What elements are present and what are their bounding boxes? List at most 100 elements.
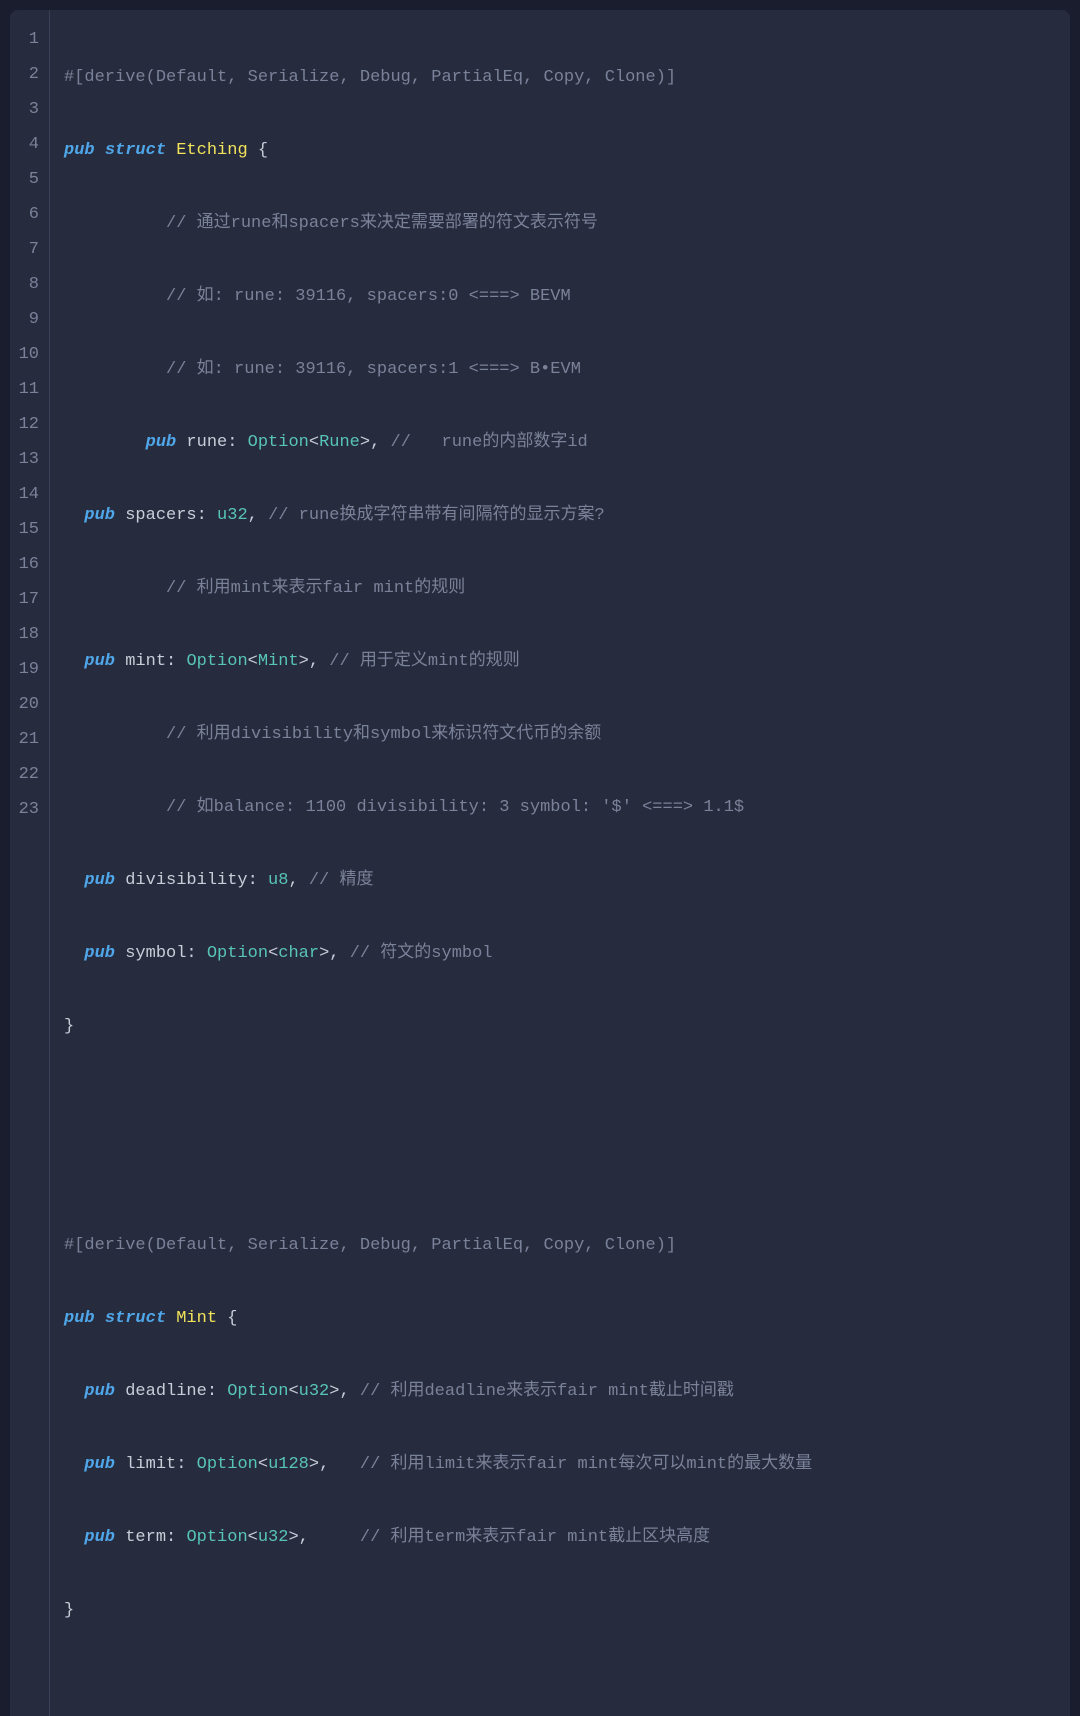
comment: // 利用divisibility和symbol来标识符文代币的余额 xyxy=(166,725,601,744)
line-number: 1 xyxy=(10,22,49,57)
brace-close: } xyxy=(64,1017,74,1036)
comment: // 如balance: 1100 divisibility: 3 symbol… xyxy=(166,798,744,817)
type-option: Option xyxy=(207,944,268,963)
struct-name-etching: Etching xyxy=(176,141,247,160)
line-number: 15 xyxy=(10,512,49,547)
line-number: 19 xyxy=(10,652,49,687)
code-line-19: pub deadline: Option<u32>, // 利用deadline… xyxy=(64,1374,1070,1409)
field-term: term: xyxy=(115,1528,186,1547)
code-line-21: pub term: Option<u32>, // 利用term来表示fair … xyxy=(64,1520,1070,1555)
line-number: 8 xyxy=(10,267,49,302)
keyword-pub: pub xyxy=(146,433,177,452)
line-number: 22 xyxy=(10,757,49,792)
type-mint: Mint xyxy=(258,652,299,671)
derive-list: Default, Serialize, Debug, PartialEq, Co… xyxy=(156,68,656,87)
line-number: 21 xyxy=(10,722,49,757)
code-line-8: // 利用mint来表示fair mint的规则 xyxy=(64,571,1070,606)
keyword-pub: pub xyxy=(64,1309,95,1328)
code-line-12: pub divisibility: u8, // 精度 xyxy=(64,863,1070,898)
type-u32: u32 xyxy=(217,506,248,525)
line-number: 6 xyxy=(10,197,49,232)
line-number: 2 xyxy=(10,57,49,92)
comment: // 通过rune和spacers来决定需要部署的符文表示符号 xyxy=(166,214,598,233)
attr-close: )] xyxy=(656,1236,676,1255)
brace-close: } xyxy=(64,1601,74,1620)
line-number: 17 xyxy=(10,582,49,617)
keyword-pub: pub xyxy=(84,506,115,525)
derive-list: Default, Serialize, Debug, PartialEq, Co… xyxy=(156,1236,656,1255)
type-u32: u32 xyxy=(258,1528,289,1547)
keyword-pub: pub xyxy=(84,1528,115,1547)
line-number: 11 xyxy=(10,372,49,407)
keyword-struct: struct xyxy=(105,1309,166,1328)
type-u8: u8 xyxy=(268,871,288,890)
code-line-13: pub symbol: Option<char>, // 符文的symbol xyxy=(64,936,1070,971)
code-line-10: // 利用divisibility和symbol来标识符文代币的余额 xyxy=(64,717,1070,752)
comment: // 利用limit来表示fair mint每次可以mint的最大数量 xyxy=(360,1455,812,1474)
code-area[interactable]: #[derive(Default, Serialize, Debug, Part… xyxy=(50,10,1070,1716)
code-line-20: pub limit: Option<u128>, // 利用limit来表示fa… xyxy=(64,1447,1070,1482)
struct-name-mint: Mint xyxy=(176,1309,217,1328)
keyword-pub: pub xyxy=(84,871,115,890)
line-number: 23 xyxy=(10,792,49,827)
code-line-11: // 如balance: 1100 divisibility: 3 symbol… xyxy=(64,790,1070,825)
keyword-pub: pub xyxy=(84,944,115,963)
line-number: 4 xyxy=(10,127,49,162)
brace-open: { xyxy=(248,141,268,160)
comment: // 用于定义mint的规则 xyxy=(329,652,519,671)
keyword-pub: pub xyxy=(84,652,115,671)
keyword-pub: pub xyxy=(84,1382,115,1401)
code-line-6: pub rune: Option<Rune>, // rune的内部数字id xyxy=(64,425,1070,460)
code-line-1: #[derive(Default, Serialize, Debug, Part… xyxy=(64,60,1070,95)
comment: // rune换成字符串带有间隔符的显示方案? xyxy=(268,506,605,525)
keyword-struct: struct xyxy=(105,141,166,160)
comment: // 符文的symbol xyxy=(350,944,493,963)
keyword-pub: pub xyxy=(84,1455,115,1474)
type-option: Option xyxy=(227,1382,288,1401)
line-number: 18 xyxy=(10,617,49,652)
code-line-15 xyxy=(64,1082,1070,1117)
comment: // 利用deadline来表示fair mint截止时间戳 xyxy=(360,1382,734,1401)
field-rune: rune: xyxy=(176,433,247,452)
code-line-5: // 如: rune: 39116, spacers:1 <===> B•EVM xyxy=(64,352,1070,387)
field-deadline: deadline: xyxy=(115,1382,227,1401)
line-number: 16 xyxy=(10,547,49,582)
line-number: 10 xyxy=(10,337,49,372)
line-number: 12 xyxy=(10,407,49,442)
type-option: Option xyxy=(248,433,309,452)
code-line-4: // 如: rune: 39116, spacers:0 <===> BEVM xyxy=(64,279,1070,314)
field-symbol: symbol: xyxy=(115,944,207,963)
keyword-pub: pub xyxy=(64,141,95,160)
brace-open: { xyxy=(217,1309,237,1328)
attr-close: )] xyxy=(656,68,676,87)
code-line-7: pub spacers: u32, // rune换成字符串带有间隔符的显示方案… xyxy=(64,498,1070,533)
code-line-22: } xyxy=(64,1593,1070,1628)
field-divisibility: divisibility: xyxy=(115,871,268,890)
line-number: 5 xyxy=(10,162,49,197)
type-u128: u128 xyxy=(268,1455,309,1474)
type-option: Option xyxy=(186,652,247,671)
code-line-14: } xyxy=(64,1009,1070,1044)
field-spacers: spacers: xyxy=(115,506,217,525)
code-line-9: pub mint: Option<Mint>, // 用于定义mint的规则 xyxy=(64,644,1070,679)
comment: // 利用term来表示fair mint截止区块高度 xyxy=(360,1528,710,1547)
line-number: 3 xyxy=(10,92,49,127)
line-number-gutter: 1234567891011121314151617181920212223 xyxy=(10,10,50,1716)
comment: // 精度 xyxy=(309,871,374,890)
comment: // rune的内部数字id xyxy=(391,433,588,452)
code-line-2: pub struct Etching { xyxy=(64,133,1070,168)
comment: // 如: rune: 39116, spacers:1 <===> B•EVM xyxy=(166,360,581,379)
attr-open: #[derive( xyxy=(64,1236,156,1255)
code-line-16 xyxy=(64,1155,1070,1190)
comment: // 利用mint来表示fair mint的规则 xyxy=(166,579,465,598)
line-number: 13 xyxy=(10,442,49,477)
code-line-3: // 通过rune和spacers来决定需要部署的符文表示符号 xyxy=(64,206,1070,241)
code-line-18: pub struct Mint { xyxy=(64,1301,1070,1336)
line-number: 9 xyxy=(10,302,49,337)
field-mint: mint: xyxy=(115,652,186,671)
type-option: Option xyxy=(197,1455,258,1474)
type-u32: u32 xyxy=(299,1382,330,1401)
attr-open: #[derive( xyxy=(64,68,156,87)
comment: // 如: rune: 39116, spacers:0 <===> BEVM xyxy=(166,287,571,306)
line-number: 7 xyxy=(10,232,49,267)
